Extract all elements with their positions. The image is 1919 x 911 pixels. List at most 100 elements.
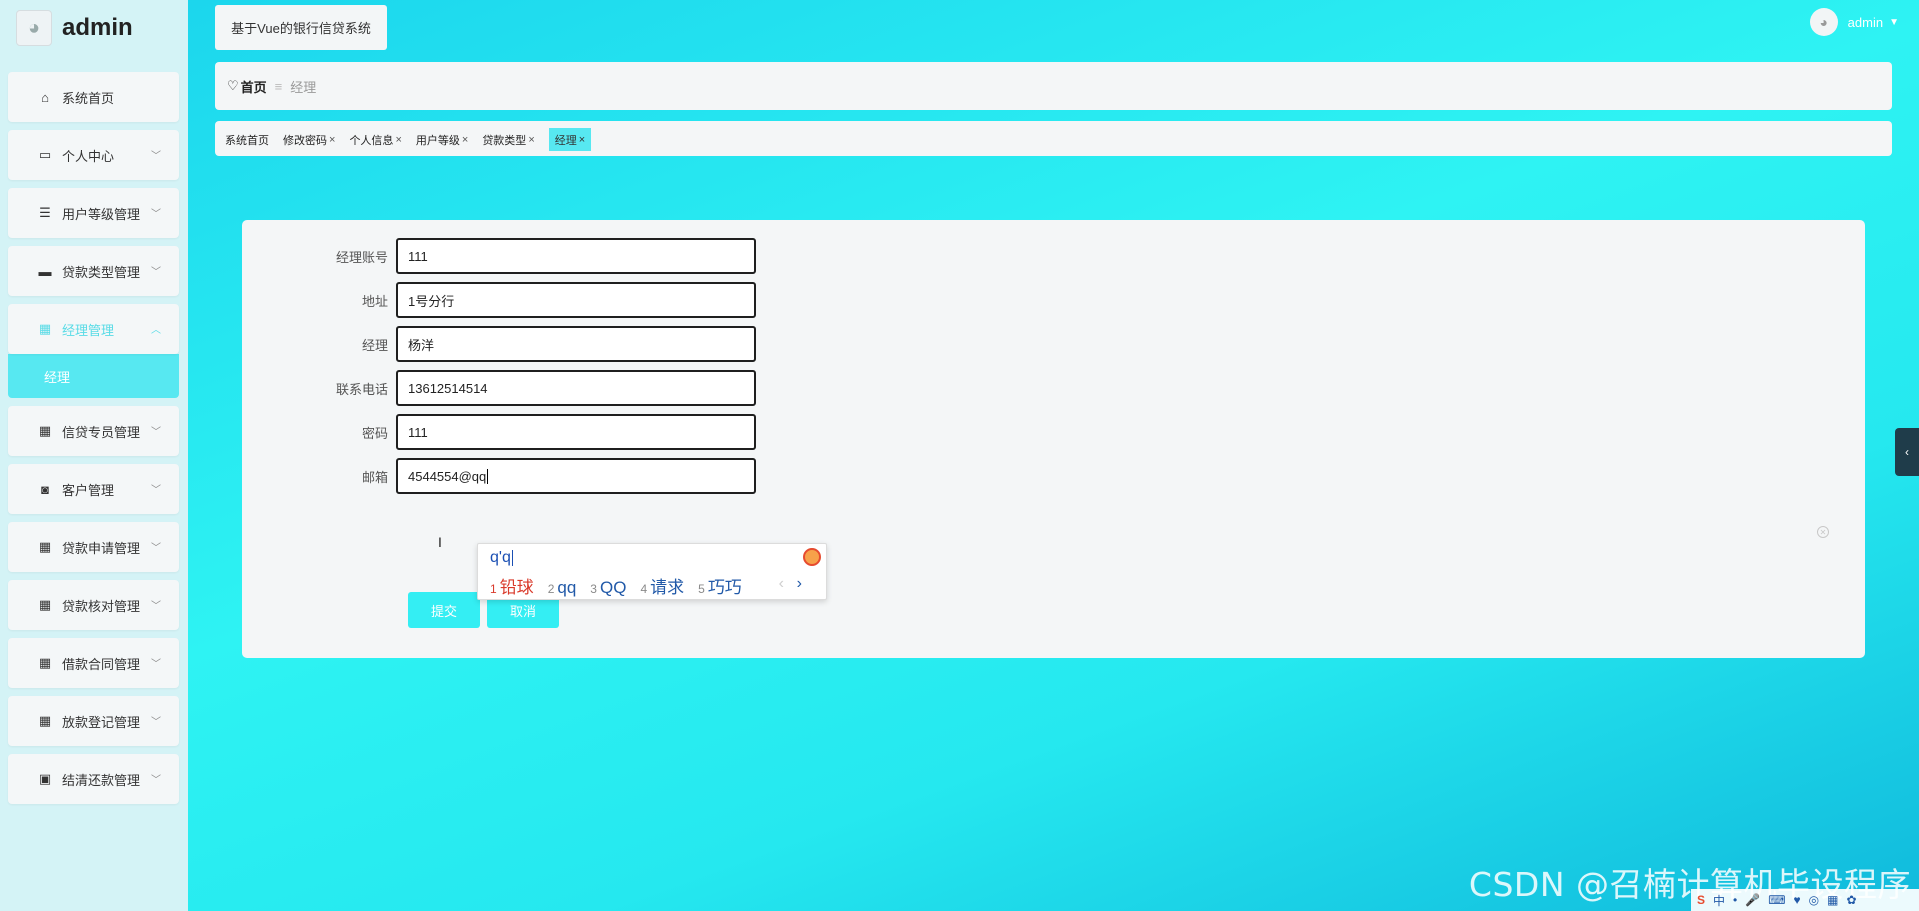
sidebar-item[interactable]: ▦ 贷款申请管理 ﹀ bbox=[8, 522, 179, 572]
tab-tag[interactable]: 修改密码 × bbox=[283, 132, 335, 148]
sidebar-item-label: 结清还款管理 bbox=[62, 772, 141, 788]
tab-tag-label: 个人信息 bbox=[349, 135, 394, 147]
brand: ◕ admin bbox=[16, 10, 133, 46]
form-input[interactable]: 1号分行 bbox=[396, 282, 756, 318]
ime-candidate-text: QQ bbox=[599, 578, 627, 597]
grid-icon: ▦ bbox=[38, 539, 52, 554]
ime-logo-icon[interactable] bbox=[803, 548, 821, 566]
sidebar-item[interactable]: ▦ 借款合同管理 ﹀ bbox=[8, 638, 179, 688]
sidebar-item[interactable]: ▦ 贷款核对管理 ﹀ bbox=[8, 580, 179, 630]
form-input[interactable]: 4544554@qq bbox=[396, 458, 756, 494]
sidebar-menu: ⌂ 系统首页 ▭ 个人中心 ﹀ ☰ 用户等级管理 ﹀ ▬ 贷款类型管理 ﹀ ▦ 经理管理 ︿ 经理 ▦ 信贷专员… bbox=[8, 72, 179, 812]
ime-candidate[interactable]: 2 qq bbox=[548, 578, 577, 598]
tab-tag[interactable]: 贷款类型 × bbox=[482, 132, 534, 148]
printer-icon: ▬ bbox=[38, 263, 52, 279]
ime-candidate-text: 铅球 bbox=[499, 578, 534, 597]
sidebar-item[interactable]: ◙ 客户管理 ﹀ bbox=[8, 464, 179, 514]
form-row: 经理 杨洋 bbox=[242, 326, 1042, 362]
breadcrumb-current: 经理 bbox=[290, 79, 317, 95]
sogou-ime-icon[interactable]: S bbox=[1697, 893, 1705, 907]
ime-candidate[interactable]: 3 QQ bbox=[590, 578, 626, 598]
form-row: 邮箱 4544554@qq bbox=[242, 458, 1042, 494]
chevron-down-icon: ﹀ bbox=[151, 485, 161, 496]
close-icon[interactable]: × bbox=[462, 134, 468, 146]
tray-icon[interactable]: ▦ bbox=[1827, 893, 1838, 907]
form-label: 密码 bbox=[361, 425, 388, 441]
sidebar-item-label: 经理管理 bbox=[62, 322, 115, 338]
ime-candidate-number: 5 bbox=[698, 582, 705, 596]
close-icon[interactable]: × bbox=[579, 134, 585, 146]
close-icon[interactable]: × bbox=[329, 134, 335, 146]
tray-icon[interactable]: ◎ bbox=[1809, 893, 1819, 907]
sidebar-item[interactable]: ▬ 贷款类型管理 ﹀ bbox=[8, 246, 179, 296]
tab-tag[interactable]: 系统首页 bbox=[225, 132, 269, 148]
form-input-value: 杨洋 bbox=[408, 337, 435, 353]
chevron-down-icon: ﹀ bbox=[151, 427, 161, 438]
sidebar-item-label: 信贷专员管理 bbox=[62, 424, 141, 440]
sidebar-item[interactable]: ▣ 结清还款管理 ﹀ bbox=[8, 754, 179, 804]
ime-candidate[interactable]: 5 巧巧 bbox=[698, 573, 742, 598]
side-panel-toggle[interactable]: ‹ bbox=[1895, 428, 1919, 476]
tab-tag[interactable]: 个人信息 × bbox=[349, 132, 401, 148]
sidebar-item[interactable]: ▦ 放款登记管理 ﹀ bbox=[8, 696, 179, 746]
tray-icon[interactable]: ✿ bbox=[1846, 893, 1856, 907]
ime-composition: q'q bbox=[490, 549, 513, 567]
tab-tag[interactable]: 经理 × bbox=[548, 128, 592, 151]
chevron-down-icon: ﹀ bbox=[151, 543, 161, 554]
form-input-value: 111 bbox=[408, 248, 428, 264]
sidebar-item-label: 用户等级管理 bbox=[62, 206, 141, 222]
tray-icon[interactable]: • bbox=[1733, 893, 1737, 907]
form-row: 密码 111 bbox=[242, 414, 1042, 450]
form-input[interactable]: 13612514514 bbox=[396, 370, 756, 406]
form-label: 邮箱 bbox=[361, 469, 388, 485]
tab-tag-label: 修改密码 bbox=[283, 135, 327, 147]
ime-candidate[interactable]: 1 铅球 bbox=[490, 573, 534, 598]
chevron-down-icon: ﹀ bbox=[151, 659, 161, 670]
caret-down-icon: ▼ bbox=[1889, 16, 1899, 28]
form-input-value: 1号分行 bbox=[408, 293, 455, 309]
system-tray: S 中 • 🎤 ⌨ ♥ ◎ ▦ ✿ bbox=[1691, 889, 1919, 911]
ime-prev-icon[interactable]: ‹ bbox=[779, 575, 784, 593]
sidebar-item[interactable]: ▦ 信贷专员管理 ﹀ bbox=[8, 406, 179, 456]
tray-icon[interactable]: ⌨ bbox=[1768, 893, 1785, 907]
ime-candidate-text: qq bbox=[557, 578, 577, 597]
sidebar-item-label: 个人中心 bbox=[62, 148, 115, 164]
sidebar-item-label: 贷款核对管理 bbox=[62, 598, 141, 614]
sidebar-item[interactable]: ▭ 个人中心 ﹀ bbox=[8, 130, 179, 180]
ticket-icon: ◙ bbox=[41, 481, 49, 497]
close-icon[interactable]: × bbox=[528, 134, 534, 146]
grid-icon: ▦ bbox=[38, 423, 52, 438]
user-avatar-icon: ◕ bbox=[1809, 8, 1838, 36]
app-title-text: 基于Vue的银行信贷系统 bbox=[231, 21, 371, 36]
ime-next-icon[interactable]: › bbox=[797, 575, 802, 593]
form-input[interactable]: 杨洋 bbox=[396, 326, 756, 362]
sidebar-subitem[interactable]: 经理 bbox=[8, 354, 179, 398]
sidebar-item[interactable]: ⌂ 系统首页 bbox=[8, 72, 179, 122]
chevron-down-icon: ﹀ bbox=[151, 267, 161, 278]
sidebar: ◕ admin ⌂ 系统首页 ▭ 个人中心 ﹀ ☰ 用户等级管理 ﹀ ▬ 贷款类型管理 ﹀ ▦ 经理管理… bbox=[0, 0, 188, 911]
tray-icon[interactable]: ♥ bbox=[1794, 893, 1801, 907]
form-input[interactable]: 111 bbox=[396, 238, 756, 274]
sidebar-item[interactable]: ▦ 经理管理 ︿ bbox=[8, 304, 179, 354]
tray-icon[interactable]: 中 bbox=[1713, 892, 1725, 909]
tab-tag[interactable]: 用户等级 × bbox=[416, 132, 468, 148]
heart-icon: ♡ bbox=[227, 78, 239, 93]
ime-candidate-text: 巧巧 bbox=[707, 578, 742, 597]
form-label: 地址 bbox=[361, 293, 388, 309]
sidebar-item-label: 借款合同管理 bbox=[62, 656, 141, 672]
sidebar-item[interactable]: ☰ 用户等级管理 ﹀ bbox=[8, 188, 179, 238]
form-input[interactable]: 111 bbox=[396, 414, 756, 450]
ime-candidate[interactable]: 4 请求 bbox=[640, 573, 684, 598]
home-icon: ⌂ bbox=[41, 89, 49, 105]
tray-icon[interactable]: 🎤 bbox=[1745, 893, 1760, 907]
cat-avatar-icon: ◕ bbox=[16, 10, 52, 46]
submit-button[interactable]: 提交 bbox=[408, 592, 480, 628]
chevron-down-icon: ﹀ bbox=[151, 717, 161, 728]
ime-candidate-number: 1 bbox=[490, 582, 497, 596]
close-icon[interactable]: × bbox=[395, 134, 401, 146]
user-menu[interactable]: ◕ admin ▼ bbox=[1809, 8, 1899, 36]
ime-candidates: 1 铅球 2 qq 3 QQ 4 请求 5 巧巧 bbox=[490, 573, 756, 598]
clear-circle-icon[interactable]: ✕ bbox=[1817, 526, 1829, 538]
ime-candidate-number: 2 bbox=[547, 582, 555, 596]
breadcrumb-home[interactable]: ♡ 首页 bbox=[227, 77, 267, 96]
